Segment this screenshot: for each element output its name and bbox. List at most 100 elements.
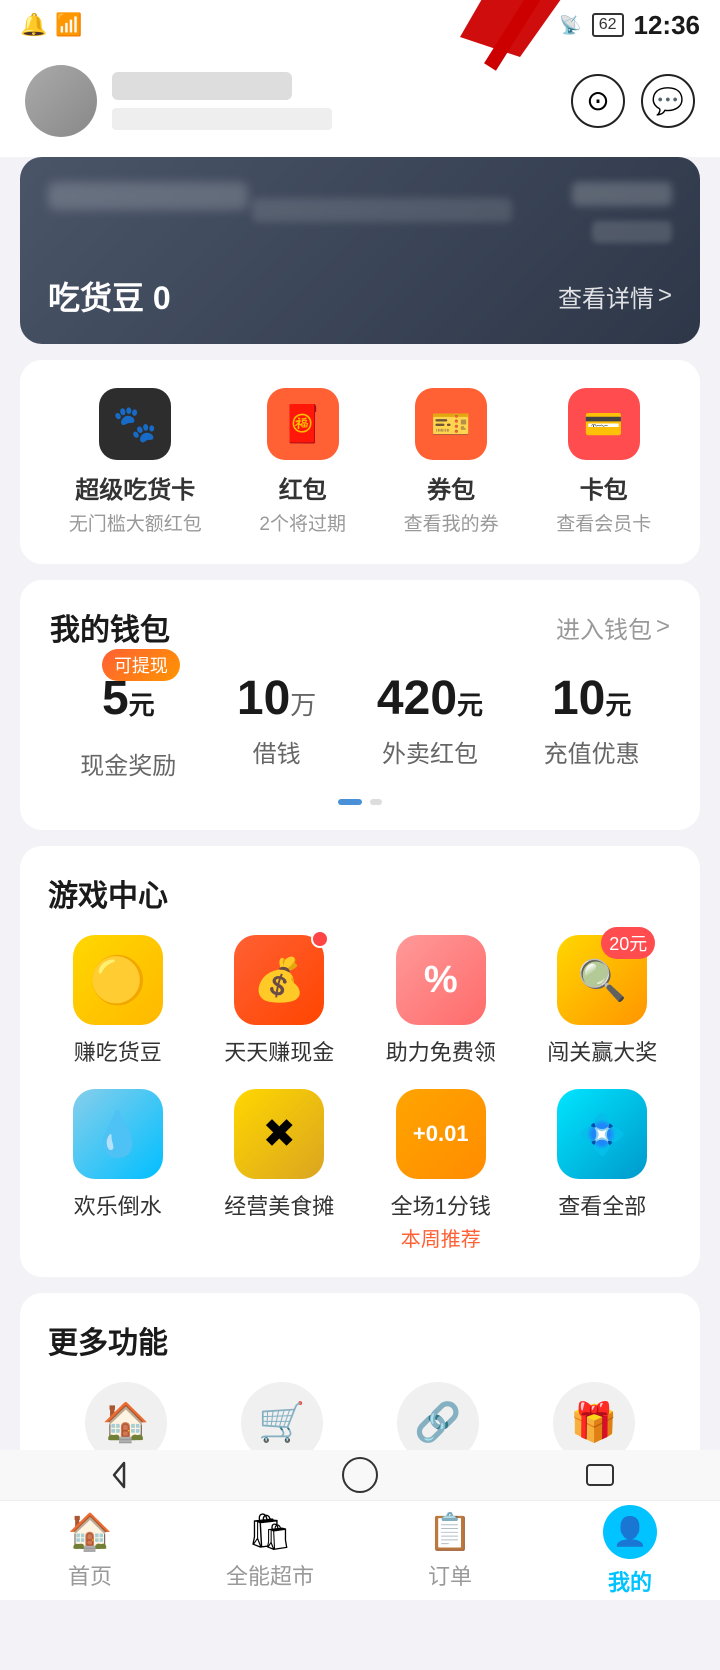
wallet-takeout[interactable]: 420元 外卖红包 (377, 671, 483, 781)
game-earn-beans[interactable]: 🟡 赚吃货豆 (48, 935, 188, 1067)
game-center-section: 游戏中心 🟡 赚吃货豆 💰 天天赚现金 % 助力免费领 🔍 20元 闯关赢大奖 (20, 846, 700, 1277)
notification-icon: 🔔 (20, 12, 47, 38)
bottom-nav: 🏠 首页 🛍 全能超市 📋 订单 👤 我的 (0, 1500, 720, 1600)
sys-back-button[interactable] (98, 1453, 142, 1497)
action-coupon[interactable]: 🎫 券包 查看我的券 (404, 388, 499, 536)
one-cent-label: 全场1分钱 (391, 1189, 491, 1221)
wallet-header: 我的钱包 进入钱包 > (50, 605, 670, 649)
view-detail-link[interactable]: 查看详情 > (558, 279, 672, 314)
nav-orders[interactable]: 📋 订单 (360, 1501, 540, 1600)
user-name-area (112, 72, 332, 130)
game-water[interactable]: 💧 欢乐倒水 (48, 1089, 188, 1252)
nav-mine[interactable]: 👤 我的 (540, 1501, 720, 1600)
sys-home-button[interactable] (338, 1453, 382, 1497)
wallet-link[interactable]: 进入钱包 > (556, 610, 670, 645)
supermarket-icon: 🛍 (247, 1511, 293, 1553)
system-nav-bar (0, 1450, 720, 1500)
loan-amount: 10万 (237, 671, 316, 726)
time-display: 12:36 (634, 10, 701, 41)
help-free-icon: % (396, 935, 486, 1025)
help-free-label: 助力免费领 (386, 1035, 496, 1067)
wallet-items-row: 可提现 5元 现金奖励 10万 借钱 420元 外卖红包 10元 充值优惠 (50, 671, 670, 781)
game-center-header: 游戏中心 (48, 871, 672, 915)
status-right-info: 📡 62 12:36 (559, 10, 700, 41)
super-card-icon: 🐾 (99, 388, 171, 460)
header: ⊙ 💬 (0, 50, 720, 157)
user-profile[interactable] (25, 65, 332, 137)
card-wallet-sub: 查看会员卡 (556, 509, 651, 536)
water-icon: 💧 (73, 1089, 163, 1179)
card-wallet-icon: 💳 (568, 388, 640, 460)
wallet-recharge[interactable]: 10元 充值优惠 (544, 671, 640, 781)
battery-indicator: 62 (592, 13, 624, 37)
food-stall-icon: ✖ (234, 1089, 324, 1179)
game-view-all[interactable]: 💠 查看全部 (533, 1089, 673, 1252)
orders-label: 订单 (428, 1559, 472, 1591)
member-card[interactable]: 吃货豆 0 查看详情 > (20, 157, 700, 344)
chi-dou-label: 吃货豆 0 (48, 273, 171, 319)
more-functions-header: 更多功能 (48, 1318, 672, 1362)
takeout-amount: 420元 (377, 671, 483, 726)
avatar[interactable] (25, 65, 97, 137)
game-one-cent[interactable]: +0.01 全场1分钱 本周推荐 (371, 1089, 511, 1252)
action-card-wallet[interactable]: 💳 卡包 查看会员卡 (556, 388, 651, 536)
recharge-label: 充值优惠 (544, 734, 640, 769)
earn-beans-label: 赚吃货豆 (74, 1035, 162, 1067)
loan-label: 借钱 (253, 734, 301, 769)
coupon-label: 券包 (427, 470, 475, 505)
page-indicator (50, 799, 670, 805)
card-blur-content (48, 182, 672, 243)
mine-icon-active: 👤 (603, 1505, 657, 1559)
card-wallet-label: 卡包 (580, 470, 628, 505)
daily-cash-icon: 💰 (234, 935, 324, 1025)
game-challenge[interactable]: 🔍 20元 闯关赢大奖 (533, 935, 673, 1067)
scan-button[interactable]: ⊙ (571, 74, 625, 128)
earn-beans-icon: 🟡 (73, 935, 163, 1025)
red-envelope-label: 红包 (279, 470, 327, 505)
coupon-sub: 查看我的券 (404, 509, 499, 536)
signal-icon: 📡 (559, 15, 581, 36)
orders-icon: 📋 (428, 1511, 473, 1553)
more-functions-title: 更多功能 (48, 1327, 168, 1360)
game-help-free[interactable]: % 助力免费领 (371, 935, 511, 1067)
wallet-cash-reward[interactable]: 可提现 5元 现金奖励 (80, 671, 176, 781)
home-icon: 🏠 (68, 1511, 113, 1553)
game-daily-cash[interactable]: 💰 天天赚现金 (210, 935, 350, 1067)
action-red-envelope[interactable]: 🧧 红包 2个将过期 (259, 388, 346, 536)
scan-icon: ⊙ (586, 87, 609, 115)
header-action-icons: ⊙ 💬 (571, 74, 695, 128)
action-super-card[interactable]: 🐾 超级吃货卡 无门槛大额红包 (69, 388, 202, 536)
view-all-label: 查看全部 (558, 1189, 646, 1221)
one-cent-icon: +0.01 (396, 1089, 486, 1179)
cash-label: 现金奖励 (80, 746, 176, 781)
challenge-label: 闯关赢大奖 (547, 1035, 657, 1067)
supermarket-label: 全能超市 (226, 1559, 314, 1591)
nav-supermarket[interactable]: 🛍 全能超市 (180, 1501, 360, 1600)
nav-home[interactable]: 🏠 首页 (0, 1501, 180, 1600)
quick-actions-card: 🐾 超级吃货卡 无门槛大额红包 🧧 红包 2个将过期 🎫 券包 查看我的券 💳 … (20, 360, 700, 564)
wallet-title: 我的钱包 (50, 605, 170, 649)
wallet-section: 我的钱包 进入钱包 > 可提现 5元 现金奖励 10万 借钱 420元 外卖红包… (20, 580, 700, 830)
red-envelope-icon: 🧧 (267, 388, 339, 460)
wallet-loan[interactable]: 10万 借钱 (237, 671, 316, 781)
coupon-icon: 🎫 (415, 388, 487, 460)
view-all-icon: 💠 (557, 1089, 647, 1179)
card-bottom: 吃货豆 0 查看详情 > (48, 273, 672, 319)
takeout-label: 外卖红包 (382, 734, 478, 769)
back-icon (104, 1459, 136, 1491)
challenge-icon: 🔍 20元 (557, 935, 647, 1025)
red-envelope-sub: 2个将过期 (259, 509, 346, 536)
game-center-title: 游戏中心 (48, 880, 168, 913)
super-card-label: 超级吃货卡 (75, 470, 195, 505)
one-cent-sub: 本周推荐 (401, 1223, 481, 1252)
recharge-amount: 10元 (552, 671, 631, 726)
message-icon: 💬 (652, 88, 684, 114)
status-bar: 🔔 📶 📡 62 12:36 (0, 0, 720, 50)
water-label: 欢乐倒水 (74, 1189, 162, 1221)
message-button[interactable]: 💬 (641, 74, 695, 128)
game-food-stall[interactable]: ✖ 经营美食摊 (210, 1089, 350, 1252)
super-card-sub: 无门槛大额红包 (69, 509, 202, 536)
home-label: 首页 (68, 1559, 112, 1591)
sys-recent-button[interactable] (578, 1453, 622, 1497)
wifi-icon: 📶 (55, 12, 82, 38)
